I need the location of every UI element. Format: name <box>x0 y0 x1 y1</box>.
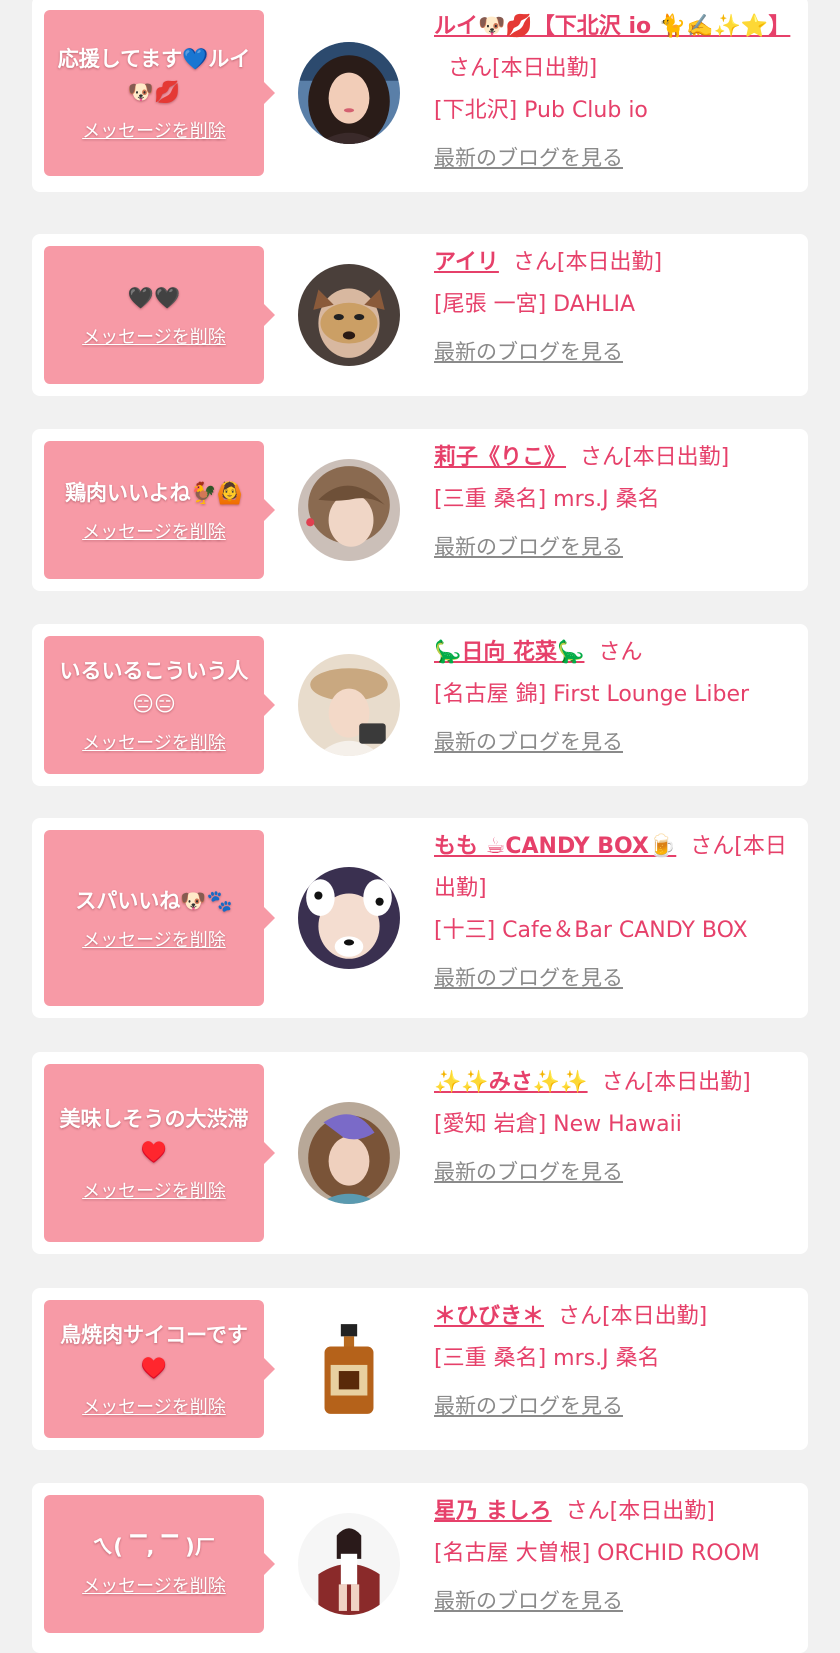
girl-status: さん[本日出勤] <box>448 56 598 81</box>
message-bubble: 🖤🖤 メッセージを削除 <box>44 246 275 384</box>
woman-hat-portrait-icon <box>298 654 400 756</box>
shop-name: [愛知 岩倉] New Hawaii <box>434 1112 682 1137</box>
delete-message-link[interactable]: メッセージを削除 <box>82 926 226 952</box>
message-bubble: ㄟ( ▔, ▔ )ㄏ メッセージを削除 <box>44 1495 275 1633</box>
woman-portrait-icon <box>298 42 400 144</box>
message-text: 美味しそうの大渋滞♥️ <box>59 1107 249 1164</box>
message-text: いるいるこういう人😑😑 <box>59 659 249 716</box>
girl-name-link[interactable]: 🦕日向 花菜🦕 <box>434 640 584 665</box>
shop-name: [三重 桑名] mrs.J 桑名 <box>434 487 660 512</box>
delete-message-link[interactable]: メッセージを削除 <box>82 117 226 143</box>
girl-info: ＊ひびき＊ さん[本日出勤] [三重 桑名] mrs.J 桑名 最新のブログを見る <box>434 1296 794 1420</box>
girl-status: さん <box>598 640 643 665</box>
shop-name: [名古屋 大曽根] ORCHID ROOM <box>434 1541 760 1566</box>
woman-portrait-icon <box>298 1102 400 1204</box>
girl-status: さん[本日出勤] <box>558 1304 708 1329</box>
message-card: 🖤🖤 メッセージを削除 アイリ さん[本日出勤] [尾張 一宮] DAHLIA 最… <box>32 234 808 396</box>
message-card: 鳥焼肉サイコーです♥️ メッセージを削除 ＊ひびき＊ さん[本日出勤] [三重 桑… <box>32 1288 808 1450</box>
message-bubble: いるいるこういう人😑😑 メッセージを削除 <box>44 636 275 774</box>
avatar[interactable] <box>298 654 400 756</box>
girl-info: ルイ🐶💋【下北沢 io 🐈️✍️✨⭐】さん[本日出勤] [下北沢] Pub Cl… <box>434 6 794 172</box>
shop-name: [下北沢] Pub Club io <box>434 98 648 123</box>
woman-seated-portrait-icon <box>298 1513 400 1615</box>
message-card: スパいいね🐶🐾 メッセージを削除 もも ☕CANDY BOX🍺 さん[本日出勤] … <box>32 818 808 1018</box>
woman-portrait-icon <box>298 459 400 561</box>
latest-blog-link[interactable]: 最新のブログを見る <box>434 726 623 756</box>
latest-blog-link[interactable]: 最新のブログを見る <box>434 336 623 366</box>
message-text: ㄟ( ▔, ▔ )ㄏ <box>92 1534 216 1559</box>
girl-name-link[interactable]: 莉子《りこ》 <box>434 445 566 470</box>
message-card: 美味しそうの大渋滞♥️ メッセージを削除 ✨✨みさ✨✨ さん[本日出勤] [愛知 … <box>32 1052 808 1254</box>
message-bubble: スパいいね🐶🐾 メッセージを削除 <box>44 830 275 1006</box>
latest-blog-link[interactable]: 最新のブログを見る <box>434 1390 623 1420</box>
girl-name-link[interactable]: アイリ <box>434 250 499 275</box>
girl-name-link[interactable]: 星乃 ましろ <box>434 1499 552 1524</box>
delete-message-link[interactable]: メッセージを削除 <box>82 323 226 349</box>
avatar[interactable] <box>298 459 400 561</box>
girl-status: さん[本日出勤] <box>512 250 663 275</box>
avatar[interactable] <box>298 1513 400 1615</box>
latest-blog-link[interactable]: 最新のブログを見る <box>434 962 623 992</box>
avatar[interactable] <box>298 42 400 144</box>
message-text: 応援してます💙ルイ🐶💋 <box>57 47 251 104</box>
girl-info: もも ☕CANDY BOX🍺 さん[本日出勤] [十三] Cafe＆Bar CAN… <box>434 826 794 992</box>
girl-name-link[interactable]: ✨✨みさ✨✨ <box>434 1070 588 1095</box>
avatar[interactable] <box>298 1102 400 1204</box>
message-card: いるいるこういう人😑😑 メッセージを削除 🦕日向 花菜🦕 さん [名古屋 錦] F… <box>32 624 808 786</box>
avatar[interactable] <box>298 264 400 366</box>
delete-message-link[interactable]: メッセージを削除 <box>82 518 226 544</box>
girl-info: ✨✨みさ✨✨ さん[本日出勤] [愛知 岩倉] New Hawaii 最新のブログ… <box>434 1062 794 1186</box>
latest-blog-link[interactable]: 最新のブログを見る <box>434 1156 623 1186</box>
girl-status: さん[本日出勤] <box>601 1070 751 1095</box>
latest-blog-link[interactable]: 最新のブログを見る <box>434 142 623 172</box>
whisky-bottle-icon <box>298 1318 400 1420</box>
message-text: 🖤🖤 <box>127 285 181 310</box>
message-text: 鶏肉いいよね🐓🙆 <box>65 480 243 505</box>
dalmatian-filter-face-icon <box>298 867 400 969</box>
girl-status: さん[本日出勤] <box>565 1499 715 1524</box>
message-bubble: 鳥焼肉サイコーです♥️ メッセージを削除 <box>44 1300 275 1438</box>
girl-name-link[interactable]: もも ☕CANDY BOX🍺 <box>434 834 676 859</box>
shop-name: [名古屋 錦] First Lounge Liber <box>434 682 750 707</box>
delete-message-link[interactable]: メッセージを削除 <box>82 1572 226 1598</box>
message-card: ㄟ( ▔, ▔ )ㄏ メッセージを削除 星乃 ましろ さん[本日出勤] [名古屋 … <box>32 1483 808 1653</box>
avatar[interactable] <box>298 1318 400 1420</box>
message-bubble: 美味しそうの大渋滞♥️ メッセージを削除 <box>44 1064 275 1242</box>
message-card: 鶏肉いいよね🐓🙆 メッセージを削除 莉子《りこ》 さん[本日出勤] [三重 桑名]… <box>32 429 808 591</box>
delete-message-link[interactable]: メッセージを削除 <box>82 729 226 755</box>
message-text: 鳥焼肉サイコーです♥️ <box>60 1323 248 1380</box>
girl-name-link[interactable]: ルイ🐶💋【下北沢 io 🐈️✍️✨⭐】 <box>434 14 790 39</box>
shop-name: [三重 桑名] mrs.J 桑名 <box>434 1346 660 1371</box>
shop-name: [十三] Cafe＆Bar CANDY BOX <box>434 918 748 943</box>
avatar[interactable] <box>298 867 400 969</box>
girl-info: 🦕日向 花菜🦕 さん [名古屋 錦] First Lounge Liber 最新の… <box>434 632 794 756</box>
delete-message-link[interactable]: メッセージを削除 <box>82 1393 226 1419</box>
dog-filter-face-icon <box>298 264 400 366</box>
message-bubble: 応援してます💙ルイ🐶💋 メッセージを削除 <box>44 10 275 176</box>
girl-info: 莉子《りこ》 さん[本日出勤] [三重 桑名] mrs.J 桑名 最新のブログを見… <box>434 437 794 561</box>
message-card: 応援してます💙ルイ🐶💋 メッセージを削除 ルイ🐶💋【下北沢 io 🐈️✍️✨⭐】… <box>32 0 808 192</box>
girl-name-link[interactable]: ＊ひびき＊ <box>434 1304 544 1329</box>
latest-blog-link[interactable]: 最新のブログを見る <box>434 1585 623 1615</box>
latest-blog-link[interactable]: 最新のブログを見る <box>434 531 623 561</box>
message-bubble: 鶏肉いいよね🐓🙆 メッセージを削除 <box>44 441 275 579</box>
delete-message-link[interactable]: メッセージを削除 <box>82 1177 226 1203</box>
girl-status: さん[本日出勤] <box>580 445 730 470</box>
girl-info: 星乃 ましろ さん[本日出勤] [名古屋 大曽根] ORCHID ROOM 最新の… <box>434 1491 794 1615</box>
girl-info: アイリ さん[本日出勤] [尾張 一宮] DAHLIA 最新のブログを見る <box>434 242 794 366</box>
shop-name: [尾張 一宮] DAHLIA <box>434 292 636 317</box>
message-text: スパいいね🐶🐾 <box>75 888 233 913</box>
